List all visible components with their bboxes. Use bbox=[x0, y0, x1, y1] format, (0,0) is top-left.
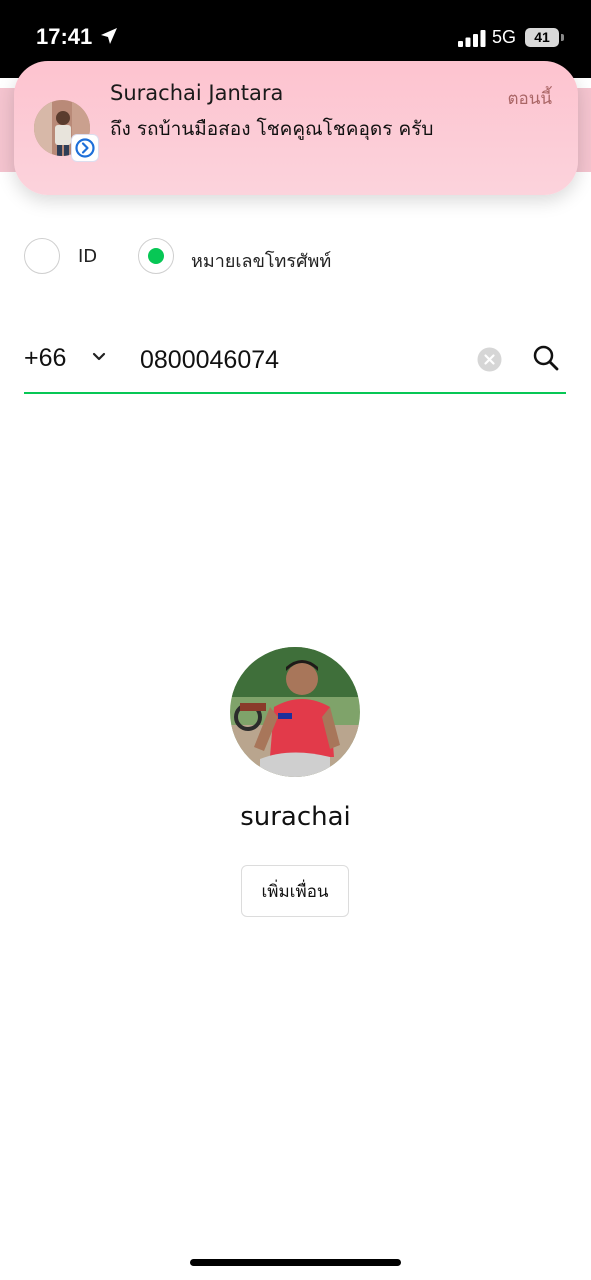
chevron-down-icon[interactable] bbox=[92, 352, 106, 362]
radio-phone-number-label[interactable]: หมายเลขโทรศัพท์ bbox=[191, 246, 331, 275]
result-profile-avatar[interactable] bbox=[230, 647, 360, 777]
home-indicator bbox=[190, 1259, 401, 1266]
clear-icon[interactable] bbox=[477, 347, 502, 372]
radio-selected-dot bbox=[148, 248, 164, 264]
country-code-selector[interactable]: +66 bbox=[24, 344, 66, 373]
status-time: 17:41 bbox=[36, 24, 93, 49]
result-profile-name: surachai bbox=[240, 802, 351, 832]
battery-tip bbox=[561, 34, 564, 41]
radio-id[interactable] bbox=[24, 238, 60, 274]
location-arrow-icon bbox=[101, 28, 117, 44]
add-friend-button[interactable]: เพิ่มเพื่อน bbox=[241, 865, 349, 917]
battery-icon: 41 bbox=[525, 28, 559, 47]
phone-search-field: +66 bbox=[24, 330, 566, 394]
radio-id-label[interactable]: ID bbox=[78, 246, 97, 267]
phone-number-input[interactable] bbox=[138, 338, 462, 382]
cellular-signal-icon bbox=[458, 30, 486, 47]
line-app-badge-icon bbox=[71, 134, 99, 162]
search-type-selector: ID หมายเลขโทรศัพท์ bbox=[24, 238, 564, 278]
notification-banner[interactable]: Surachai Jantara ตอนนี้ ถึง รถบ้านมือสอง… bbox=[14, 61, 578, 195]
notification-sender: Surachai Jantara bbox=[110, 81, 284, 105]
radio-phone-number[interactable] bbox=[138, 238, 174, 274]
search-icon[interactable] bbox=[532, 344, 560, 372]
notification-time: ตอนนี้ bbox=[507, 89, 553, 109]
network-type: 5G bbox=[492, 27, 517, 47]
notification-message: ถึง รถบ้านมือสอง โชคคูณโชคอุดร ครับ bbox=[110, 118, 434, 140]
